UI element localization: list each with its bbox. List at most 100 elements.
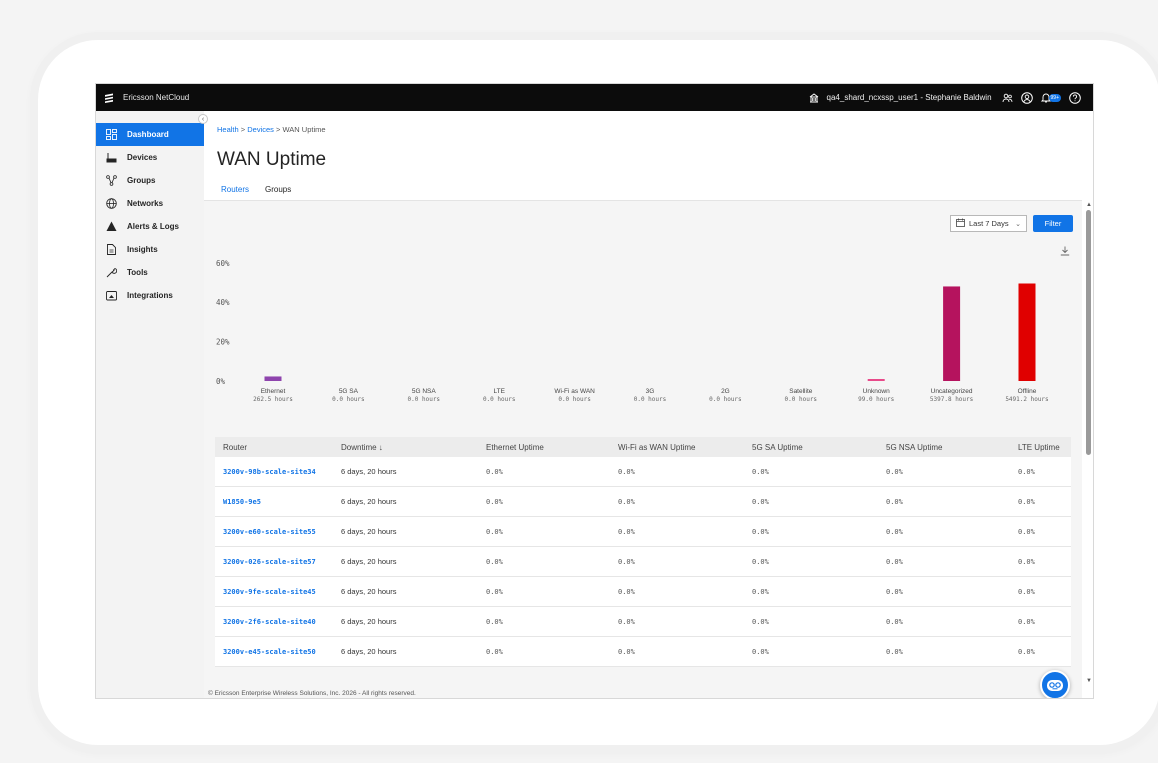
column-header-ethernet-uptime[interactable]: Ethernet Uptime	[478, 443, 610, 452]
sidebar-item-label: Devices	[127, 153, 158, 162]
router-link[interactable]: 3200v-2f6-scale-site40	[215, 618, 333, 626]
column-header-lte-uptime[interactable]: LTE Uptime	[1012, 443, 1071, 452]
notifications-bell-icon[interactable]: 99+	[1040, 92, 1061, 103]
ethernet-uptime-cell: 0.0%	[486, 557, 503, 566]
lte-uptime-cell: 0.0%	[1018, 557, 1035, 566]
user-profile-icon[interactable]	[1020, 91, 1033, 104]
sidebar-item-label: Networks	[127, 199, 164, 208]
switch-account-icon[interactable]	[1002, 93, 1013, 103]
scroll-up-arrow-icon[interactable]: ▲	[1086, 202, 1092, 208]
breadcrumb-separator: >	[238, 125, 248, 134]
dashboard-icon	[105, 129, 117, 141]
router-link[interactable]: 3200v-026-scale-site57	[215, 558, 333, 566]
ethernet-uptime-cell: 0.0%	[486, 617, 503, 626]
x-hours-label: 0.0 hours	[785, 396, 818, 403]
date-range-select[interactable]: Last 7 Days ⌄	[950, 215, 1027, 232]
column-header-router[interactable]: Router	[215, 443, 333, 452]
router-link[interactable]: 3200v-e60-scale-site55	[215, 528, 333, 536]
sidebar-item-dashboard[interactable]: Dashboard	[96, 123, 204, 146]
x-hours-label: 0.0 hours	[634, 396, 667, 403]
5g-sa-uptime-cell: 0.0%	[752, 557, 769, 566]
router-link[interactable]: 3200v-e45-scale-site50	[215, 648, 333, 656]
wifi-uptime-cell: 0.0%	[618, 527, 635, 536]
x-hours-label: 0.0 hours	[709, 396, 742, 403]
table-header: Router Downtime ↓ Ethernet Uptime Wi-Fi …	[215, 437, 1071, 457]
robot-assistant-icon	[1047, 680, 1063, 691]
wifi-uptime-cell: 0.0%	[618, 557, 635, 566]
breadcrumb-devices-link[interactable]: Devices	[247, 125, 274, 134]
ethernet-uptime-cell: 0.0%	[486, 467, 503, 476]
table-row: 3200v-98b-scale-site34 6 days, 20 hours …	[215, 457, 1071, 487]
router-link[interactable]: 3200v-9fe-scale-site45	[215, 588, 333, 596]
copyright-footer: © Ericsson Enterprise Wireless Solutions…	[204, 688, 1082, 698]
warning-icon	[105, 221, 117, 233]
x-category-label: 5G SA	[339, 388, 359, 395]
sidebar-item-tools[interactable]: Tools	[96, 261, 204, 284]
router-link[interactable]: W1850-9e5	[215, 498, 333, 506]
scroll-down-arrow-icon[interactable]: ▼	[1086, 678, 1092, 684]
x-hours-label: 0.0 hours	[483, 396, 516, 403]
5g-nsa-uptime-cell: 0.0%	[886, 497, 903, 506]
top-bar: Ericsson NetCloud qa4_shard_ncxssp_user1…	[96, 84, 1093, 111]
chart-bar	[1018, 283, 1036, 381]
breadcrumb-separator: >	[273, 125, 283, 134]
ethernet-uptime-cell: 0.0%	[486, 587, 503, 596]
main-content: Health > Devices > WAN Uptime WAN Uptime…	[204, 111, 1093, 698]
brand-name: Ericsson NetCloud	[123, 93, 190, 102]
downtime-cell: 6 days, 20 hours	[341, 617, 397, 626]
x-category-label: Unknown	[863, 388, 890, 395]
wrench-icon	[105, 267, 117, 279]
lte-uptime-cell: 0.0%	[1018, 467, 1035, 476]
column-header-5g-nsa-uptime[interactable]: 5G NSA Uptime	[878, 443, 1012, 452]
5g-nsa-uptime-cell: 0.0%	[886, 557, 903, 566]
notification-count-badge: 99+	[1048, 93, 1061, 102]
wan-uptime-chart: 0%20%40%60%Ethernet262.5 hours5G SA0.0 h…	[216, 259, 1049, 403]
date-range-value: Last 7 Days	[969, 219, 1009, 228]
collapse-sidebar-button[interactable]: ‹	[198, 114, 208, 124]
x-category-label: Wi-Fi as WAN	[554, 388, 595, 395]
sidebar-item-integrations[interactable]: Integrations	[96, 284, 204, 307]
x-category-label: 2G	[721, 388, 730, 395]
5g-nsa-uptime-cell: 0.0%	[886, 647, 903, 656]
sidebar-item-label: Insights	[127, 245, 158, 254]
x-hours-label: 5397.8 hours	[930, 396, 974, 403]
downtime-cell: 6 days, 20 hours	[341, 467, 397, 476]
5g-nsa-uptime-cell: 0.0%	[886, 587, 903, 596]
wifi-uptime-cell: 0.0%	[618, 467, 635, 476]
table-row: 3200v-026-scale-site57 6 days, 20 hours …	[215, 547, 1071, 577]
router-link[interactable]: 3200v-98b-scale-site34	[215, 468, 333, 476]
5g-nsa-uptime-cell: 0.0%	[886, 467, 903, 476]
sidebar-item-alerts-logs[interactable]: Alerts & Logs	[96, 215, 204, 238]
column-header-wifi-as-wan-uptime[interactable]: Wi-Fi as WAN Uptime	[610, 443, 744, 452]
downtime-cell: 6 days, 20 hours	[341, 557, 397, 566]
y-tick-label: 0%	[216, 377, 226, 386]
devices-icon	[105, 152, 117, 164]
breadcrumb-current: WAN Uptime	[282, 125, 326, 134]
sidebar-item-label: Alerts & Logs	[127, 222, 180, 231]
brand-logo[interactable]: Ericsson NetCloud	[104, 93, 189, 103]
sidebar-item-insights[interactable]: Insights	[96, 238, 204, 261]
scrollbar-thumb[interactable]	[1086, 210, 1091, 455]
ethernet-uptime-cell: 0.0%	[486, 497, 503, 506]
app-window: Ericsson NetCloud qa4_shard_ncxssp_user1…	[95, 83, 1094, 699]
filter-button[interactable]: Filter	[1033, 215, 1073, 232]
wifi-uptime-cell: 0.0%	[618, 587, 635, 596]
globe-icon	[105, 198, 117, 210]
x-category-label: Offline	[1018, 388, 1037, 395]
column-header-5g-sa-uptime[interactable]: 5G SA Uptime	[744, 443, 878, 452]
sidebar-item-label: Tools	[127, 268, 148, 277]
downtime-cell: 6 days, 20 hours	[341, 587, 397, 596]
5g-nsa-uptime-cell: 0.0%	[886, 527, 903, 536]
breadcrumb-health-link[interactable]: Health	[217, 125, 239, 134]
account-name[interactable]: qa4_shard_ncxssp_user1 - Stephanie Baldw…	[827, 93, 992, 102]
page-scrollbar[interactable]: ▲ ▼	[1084, 200, 1093, 698]
chatbot-assistant-button[interactable]	[1040, 670, 1070, 698]
sidebar-item-groups[interactable]: Groups	[96, 169, 204, 192]
top-bar-right: qa4_shard_ncxssp_user1 - Stephanie Baldw…	[805, 91, 1085, 104]
sidebar-item-devices[interactable]: Devices	[96, 146, 204, 169]
help-icon[interactable]	[1069, 91, 1081, 104]
column-header-downtime[interactable]: Downtime ↓	[333, 443, 478, 452]
table-row: 3200v-9fe-scale-site45 6 days, 20 hours …	[215, 577, 1071, 607]
sidebar-item-networks[interactable]: Networks	[96, 192, 204, 215]
sidebar-item-label: Dashboard	[127, 130, 169, 139]
